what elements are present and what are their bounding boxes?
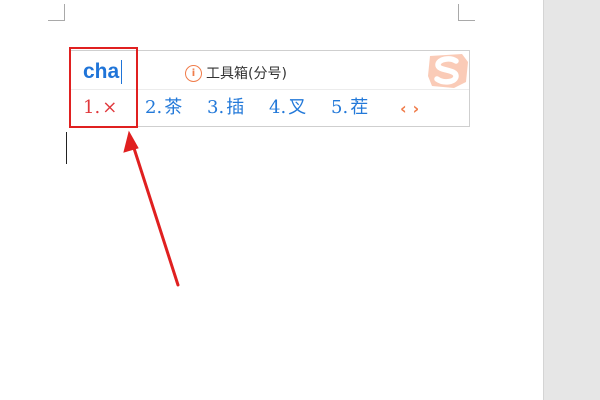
toolbox-label: 工具箱(分号) xyxy=(206,66,287,82)
toolbox-button[interactable]: i 工具箱(分号) xyxy=(185,63,287,83)
candidate-number: 4. xyxy=(269,97,287,118)
page-arrows: ‹ › xyxy=(400,99,419,119)
annotation-highlight-box xyxy=(69,47,138,128)
page-margin-corner-top-left xyxy=(48,4,65,21)
chevron-left-icon[interactable]: ‹ xyxy=(400,99,407,119)
candidate-text: 插 xyxy=(226,97,245,118)
window-right-gutter xyxy=(543,0,600,400)
candidate-number: 3. xyxy=(207,97,225,118)
info-circle-icon: i xyxy=(185,64,202,82)
candidate-number: 2. xyxy=(145,97,163,118)
document-text-caret xyxy=(66,132,67,164)
candidate-number: 5. xyxy=(331,97,349,118)
candidate-5[interactable]: 5. 茬 xyxy=(331,96,368,120)
candidate-3[interactable]: 3. 插 xyxy=(207,96,244,120)
candidate-2[interactable]: 2. 茶 xyxy=(145,96,182,120)
chevron-right-icon[interactable]: › xyxy=(413,99,420,119)
candidate-text: 茬 xyxy=(350,97,369,118)
sogou-logo-icon[interactable] xyxy=(426,52,470,90)
candidate-text: 叉 xyxy=(288,97,307,118)
candidate-4[interactable]: 4. 叉 xyxy=(269,96,306,120)
candidate-text: 茶 xyxy=(164,97,183,118)
page-margin-corner-top-right xyxy=(458,4,475,21)
